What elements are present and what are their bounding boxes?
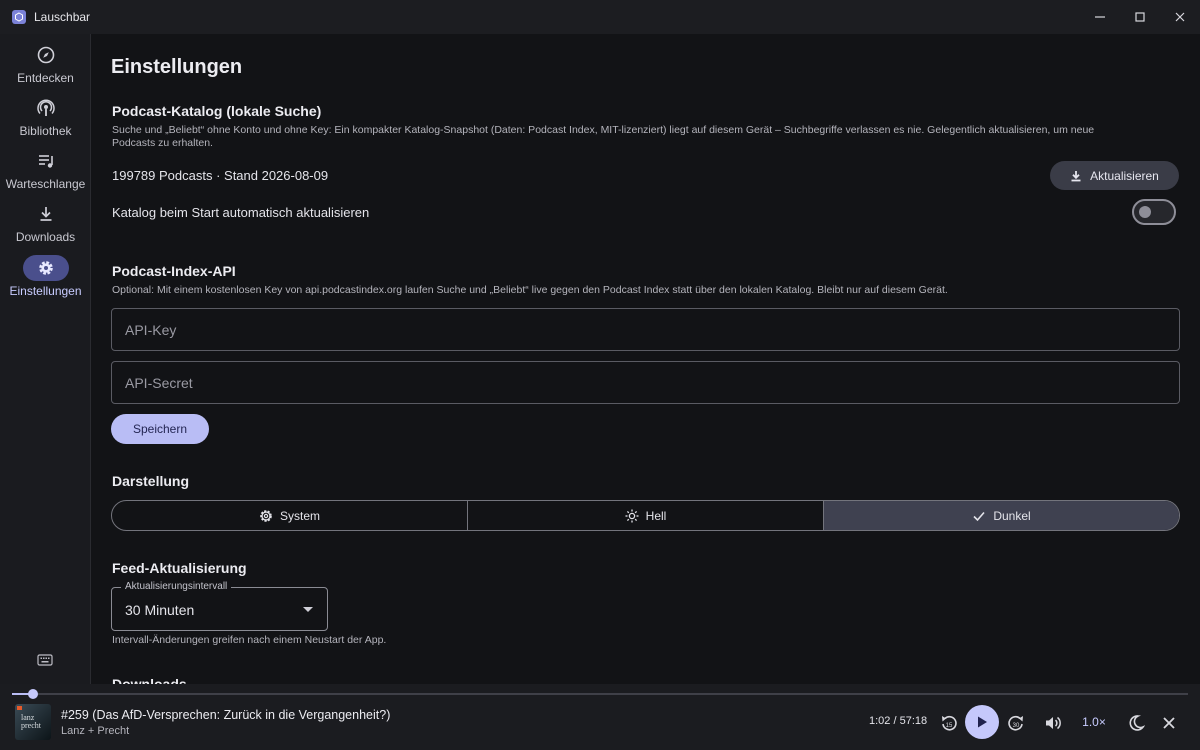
- appearance-section-title: Darstellung: [112, 473, 190, 489]
- compass-icon: [37, 46, 54, 64]
- podcast-icon: [36, 99, 55, 116]
- rewind-icon: 15: [942, 715, 957, 731]
- rewind-button[interactable]: 15: [938, 712, 960, 734]
- sidebar-item-label: Bibliothek: [19, 124, 72, 138]
- moon-icon: [1129, 715, 1145, 731]
- caret-down-icon: [303, 607, 313, 612]
- episode-cover: lanz precht: [15, 704, 51, 740]
- svg-text:15: 15: [946, 723, 953, 729]
- auto-update-label: Katalog beim Start automatisch aktualisi…: [112, 205, 370, 220]
- minimize-button[interactable]: [1080, 0, 1120, 34]
- cover-badge: [17, 706, 22, 710]
- api-section-title: Podcast-Index-API: [112, 263, 236, 279]
- minimize-icon: [1095, 16, 1105, 18]
- update-interval-value: 30 Minuten: [125, 602, 195, 618]
- volume-button[interactable]: [1042, 712, 1064, 734]
- gear-icon: [260, 509, 272, 522]
- maximize-button[interactable]: [1120, 0, 1160, 34]
- update-catalog-label: Aktualisieren: [1090, 168, 1159, 183]
- toggle-knob: [1139, 206, 1151, 218]
- theme-selector: System Hell Dunkel: [111, 500, 1180, 531]
- podcast-name[interactable]: Lanz + Precht: [61, 725, 129, 737]
- playback-speed-button[interactable]: 1.0×: [1076, 712, 1112, 732]
- theme-option-label: Hell: [645, 508, 667, 523]
- catalog-description-line1: Suche und „Beliebt“ ohne Konto und ohne …: [112, 124, 1095, 136]
- auto-update-toggle[interactable]: [1132, 199, 1176, 225]
- sidebar-item-einstellungen[interactable]: Einstellungen: [0, 255, 91, 305]
- sidebar-item-label: Einstellungen: [9, 284, 82, 298]
- close-window-button[interactable]: [1160, 0, 1200, 34]
- theme-option-hell[interactable]: Hell: [468, 501, 824, 530]
- cover-text: lanz precht: [21, 713, 41, 730]
- forward-button[interactable]: 30: [1005, 712, 1027, 734]
- sun-icon: [625, 509, 639, 522]
- theme-option-label: Dunkel: [993, 508, 1031, 523]
- play-button[interactable]: [965, 705, 999, 739]
- playback-time: 1:02 / 57:18: [869, 715, 928, 727]
- catalog-section-title: Podcast-Katalog (lokale Suche): [112, 103, 322, 119]
- theme-option-label: System: [279, 508, 320, 523]
- sidebar-item-entdecken[interactable]: Entdecken: [0, 42, 91, 92]
- downloads-section-title: Downloads: [112, 676, 187, 684]
- progress-thumb[interactable]: [28, 689, 39, 699]
- download-icon: [1071, 170, 1081, 181]
- close-icon: [1175, 12, 1185, 22]
- episode-title[interactable]: #259 (Das AfD-Versprechen: Zurück in die…: [61, 708, 390, 722]
- title-bar: Lauschbar: [0, 0, 1200, 34]
- sidebar-item-warteschlange[interactable]: Warteschlange: [0, 148, 91, 198]
- save-api-button[interactable]: Speichern: [111, 414, 209, 444]
- update-interval-select[interactable]: Aktualisierungsintervall 30 Minuten: [111, 581, 328, 631]
- gear-icon: [38, 261, 53, 275]
- window-title: Lauschbar: [34, 10, 91, 24]
- maximize-icon: [1135, 12, 1145, 22]
- update-interval-label: Aktualisierungsintervall: [121, 581, 232, 592]
- window-controls: [1080, 0, 1200, 34]
- settings-page: Einstellungen Podcast-Katalog (lokale Su…: [92, 34, 1200, 684]
- sleep-timer-button[interactable]: [1125, 712, 1147, 734]
- sidebar-item-label: Warteschlange: [5, 177, 86, 191]
- sidebar-item-bibliothek[interactable]: Bibliothek: [0, 95, 91, 145]
- app-logo-icon: [12, 10, 26, 24]
- update-interval-hint: Intervall-Änderungen greifen nach einem …: [112, 634, 387, 646]
- progress-slider[interactable]: [12, 689, 1188, 699]
- volume-icon: [1046, 716, 1061, 730]
- check-icon: [973, 511, 985, 521]
- play-icon: [978, 716, 987, 728]
- queue-icon: [38, 155, 53, 168]
- api-secret-input[interactable]: [111, 361, 1180, 404]
- save-api-label: Speichern: [132, 422, 188, 436]
- close-player-button[interactable]: [1158, 712, 1180, 734]
- keyboard-icon[interactable]: [37, 654, 53, 666]
- close-icon: [1163, 717, 1175, 729]
- feed-section-title: Feed-Aktualisierung: [112, 560, 247, 576]
- api-key-input[interactable]: [111, 308, 1180, 351]
- catalog-status: 199789 Podcasts · Stand 2026-08-09: [112, 168, 329, 183]
- svg-text:30: 30: [1013, 723, 1020, 729]
- download-icon: [40, 207, 51, 221]
- sidebar: Entdecken Bibliothek Warteschlange Downl…: [0, 34, 91, 684]
- sidebar-item-label: Downloads: [15, 230, 76, 244]
- api-description: Optional: Mit einem kostenlosen Key von …: [112, 284, 948, 296]
- forward-icon: 30: [1008, 715, 1023, 731]
- sidebar-item-label: Entdecken: [17, 71, 74, 85]
- sidebar-item-downloads[interactable]: Downloads: [0, 201, 91, 251]
- page-title: Einstellungen: [111, 56, 243, 78]
- theme-option-dunkel[interactable]: Dunkel: [824, 501, 1179, 530]
- player-bar: lanz precht #259 (Das AfD-Versprechen: Z…: [0, 684, 1200, 750]
- catalog-description-line2: Podcasts zu erhalten.: [112, 137, 213, 149]
- theme-option-system[interactable]: System: [112, 501, 468, 530]
- update-catalog-button[interactable]: Aktualisieren: [1050, 161, 1179, 190]
